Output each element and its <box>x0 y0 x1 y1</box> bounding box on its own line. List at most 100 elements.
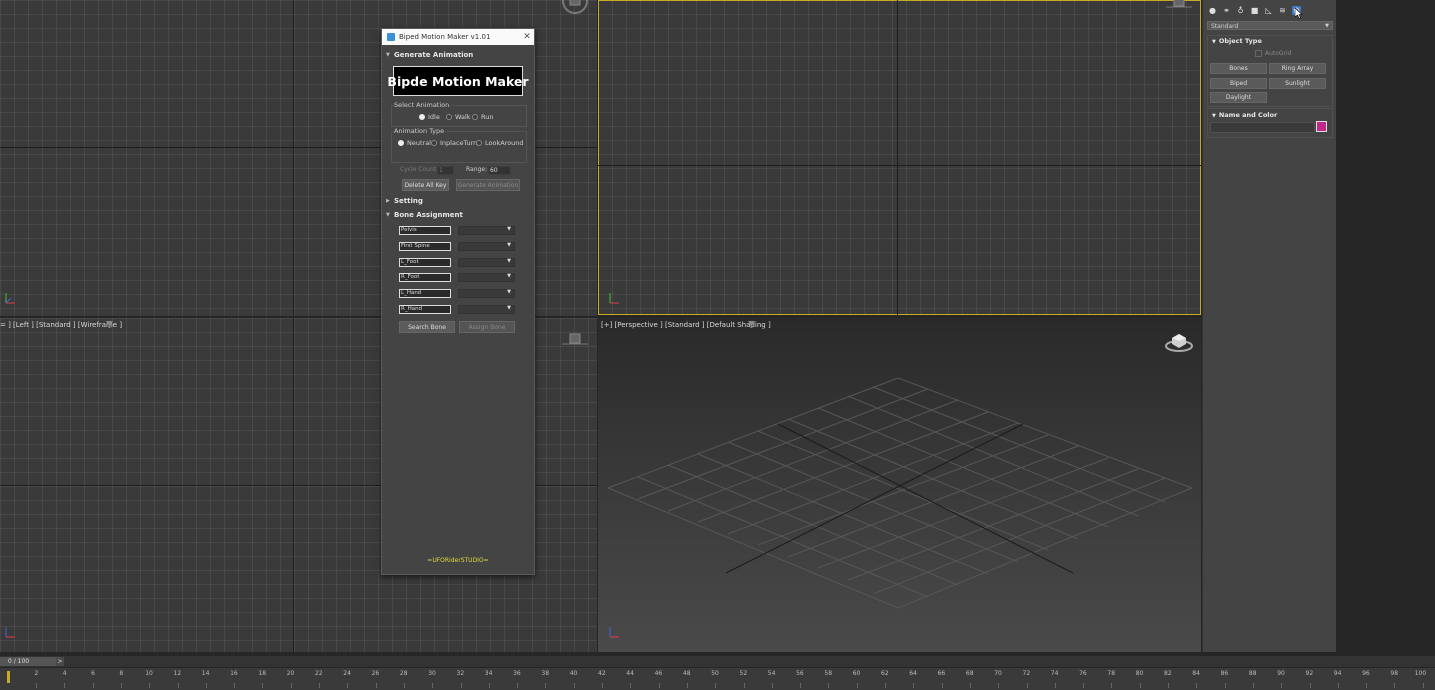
timeline-tick-mark <box>347 683 349 688</box>
lights-icon[interactable]: ♁ <box>1236 6 1245 15</box>
bone-dropdown-l-foot[interactable]: ▼ <box>458 258 515 267</box>
timeline-tick-label: 32 <box>456 670 465 677</box>
radio-walk[interactable]: Walk <box>446 113 471 121</box>
assign-bone-button[interactable]: Assign Bone <box>459 321 515 333</box>
daylight-button[interactable]: Daylight <box>1210 92 1267 103</box>
rollout-header-name-color[interactable]: ▼ Name and Color <box>1212 111 1277 119</box>
timeline-tick-label: 22 <box>315 670 323 677</box>
radio-inplaceturn[interactable]: InplaceTurn <box>431 139 477 147</box>
range-spinner[interactable]: 60 <box>488 166 511 175</box>
animation-type-group <box>391 131 527 163</box>
search-bone-button[interactable]: Search Bone <box>399 321 455 333</box>
dialog-titlebar[interactable]: Biped Motion Maker v1.01 ✕ <box>382 29 534 45</box>
timeline-tick-label: 10 <box>145 670 153 677</box>
timeline-tick-mark <box>828 683 830 688</box>
perspective-grid <box>606 377 1194 609</box>
biped-motion-maker-dialog[interactable]: Biped Motion Maker v1.01 ✕ ▼ Generate An… <box>381 28 535 575</box>
autogrid-checkbox[interactable]: AutoGrid <box>1255 50 1292 57</box>
collapse-arrow-icon: ▼ <box>386 52 390 58</box>
helpers-icon[interactable]: ◺ <box>1264 6 1273 15</box>
timeline-tick-label: 60 <box>852 670 861 677</box>
grid-axis-vertical <box>293 0 294 316</box>
command-panel-filler <box>1336 0 1435 652</box>
rollout-bone-assignment[interactable]: ▼ Bone Assignment <box>386 210 530 220</box>
space-warps-icon[interactable]: ≋ <box>1278 6 1287 15</box>
rollout-title: Setting <box>394 197 423 205</box>
cameras-icon[interactable]: ■ <box>1250 6 1259 15</box>
timeline-tick-mark <box>460 683 462 688</box>
viewcube-icon[interactable] <box>1164 330 1194 354</box>
timeline-tick-label: 24 <box>343 670 351 677</box>
viewcube-icon[interactable] <box>560 0 590 16</box>
bone-dropdown-r-foot[interactable]: ▼ <box>458 273 515 282</box>
object-color-swatch[interactable] <box>1316 121 1327 132</box>
timeline-tick-mark <box>686 683 688 688</box>
timeline-tick-mark <box>743 683 745 688</box>
timeline-tick-mark <box>1196 683 1198 688</box>
bone-dropdown-pelvis[interactable]: ▼ <box>458 226 515 235</box>
timeline-tick-mark <box>177 683 179 688</box>
timeline-tick-mark <box>1337 683 1339 688</box>
timeline-tick-label: 8 <box>119 670 124 677</box>
generate-animation-button[interactable]: Generate Animation <box>456 179 520 191</box>
rollout-header-object-type[interactable]: ▼ Object Type <box>1212 37 1262 45</box>
timeline-tick-mark <box>1111 683 1113 688</box>
bone-dropdown-l-hand[interactable]: ▼ <box>458 289 515 298</box>
bone-field-first-spine[interactable]: First Spine <box>399 242 451 251</box>
bone-dropdown-first-spine[interactable]: ▼ <box>458 242 515 251</box>
rollout-title: Generate Animation <box>394 51 474 59</box>
object-name-input[interactable] <box>1210 122 1315 133</box>
radio-idle[interactable]: Idle <box>419 113 440 121</box>
close-icon[interactable]: ✕ <box>520 32 534 42</box>
timeline-tick-mark <box>1026 683 1028 688</box>
filter-icon[interactable] <box>106 321 114 329</box>
ring-array-button[interactable]: Ring Array <box>1269 63 1326 74</box>
studio-credit: =UFORiderSTUDIO= <box>427 557 489 564</box>
radio-dot-icon <box>419 114 425 120</box>
next-frame-button[interactable]: > <box>56 657 64 666</box>
timeline-tick-mark <box>941 683 943 688</box>
timeline-tick-label: 18 <box>258 670 267 677</box>
timeline-tick-mark <box>969 683 971 688</box>
shapes-icon[interactable]: ⚭ <box>1222 6 1231 15</box>
dialog-title: Biped Motion Maker v1.01 <box>399 33 491 41</box>
viewport-label[interactable]: = ] [Left ] [Standard ] [Wireframe ] <box>0 321 122 329</box>
bone-field-r-foot[interactable]: R_Foot <box>399 273 451 282</box>
timeline-tick-label: 6 <box>91 670 95 677</box>
timeline-tick-label: 4 <box>62 670 67 677</box>
bone-dropdown-r-hand[interactable]: ▼ <box>458 305 515 314</box>
rollout-setting[interactable]: ▶ Setting <box>386 196 530 206</box>
bone-field-r-hand[interactable]: R_Hand <box>399 305 451 314</box>
biped-button[interactable]: Biped <box>1210 78 1267 89</box>
timeline-tick-label: 68 <box>965 670 974 677</box>
viewcube-icon[interactable] <box>1164 0 1194 12</box>
viewcube-icon[interactable] <box>560 332 590 350</box>
timeline-tick-mark <box>1054 683 1056 688</box>
radio-run[interactable]: Run <box>472 113 493 121</box>
command-panel[interactable]: ● ⚭ ♁ ■ ◺ ≋ ⚙ Standard ▼ ▼Object Type Au… <box>1202 0 1336 652</box>
bone-field-l-hand[interactable]: L_Hand <box>399 289 451 298</box>
sunlight-button[interactable]: Sunlight <box>1269 78 1326 89</box>
timeline-tick-label: 20 <box>286 670 295 677</box>
timeline-tick-label: 40 <box>569 670 578 677</box>
rollout-title: Bone Assignment <box>394 211 463 219</box>
viewport-perspective[interactable]: [+] [Perspective ] [Standard ] [Default … <box>598 318 1201 652</box>
cycle-count-spinner[interactable]: 1 <box>437 166 454 175</box>
time-slider-thumb[interactable]: 0 / 100 <box>0 657 56 666</box>
time-slider[interactable] <box>0 656 1435 667</box>
rollout-generate-animation[interactable]: ▼ Generate Animation <box>386 50 530 60</box>
timeline-tick-label: 94 <box>1333 670 1342 677</box>
timeline-tick-mark <box>1224 683 1226 688</box>
bone-field-l-foot[interactable]: L_Foot <box>399 258 451 267</box>
radio-neutral[interactable]: Neutral <box>398 139 431 147</box>
grid-axis-horizontal <box>598 165 1201 166</box>
viewport-top-right[interactable] <box>598 0 1201 315</box>
category-dropdown[interactable]: Standard ▼ <box>1207 21 1333 30</box>
app-icon <box>387 33 395 41</box>
bones-button[interactable]: Bones <box>1210 63 1267 74</box>
timeline-tick-label: 14 <box>201 670 210 677</box>
bone-field-pelvis[interactable]: Pelvis <box>399 226 451 235</box>
radio-lookaround[interactable]: LookAround <box>476 139 524 147</box>
delete-all-key-button[interactable]: Delete All Key <box>402 179 449 191</box>
geometry-icon[interactable]: ● <box>1208 6 1217 15</box>
